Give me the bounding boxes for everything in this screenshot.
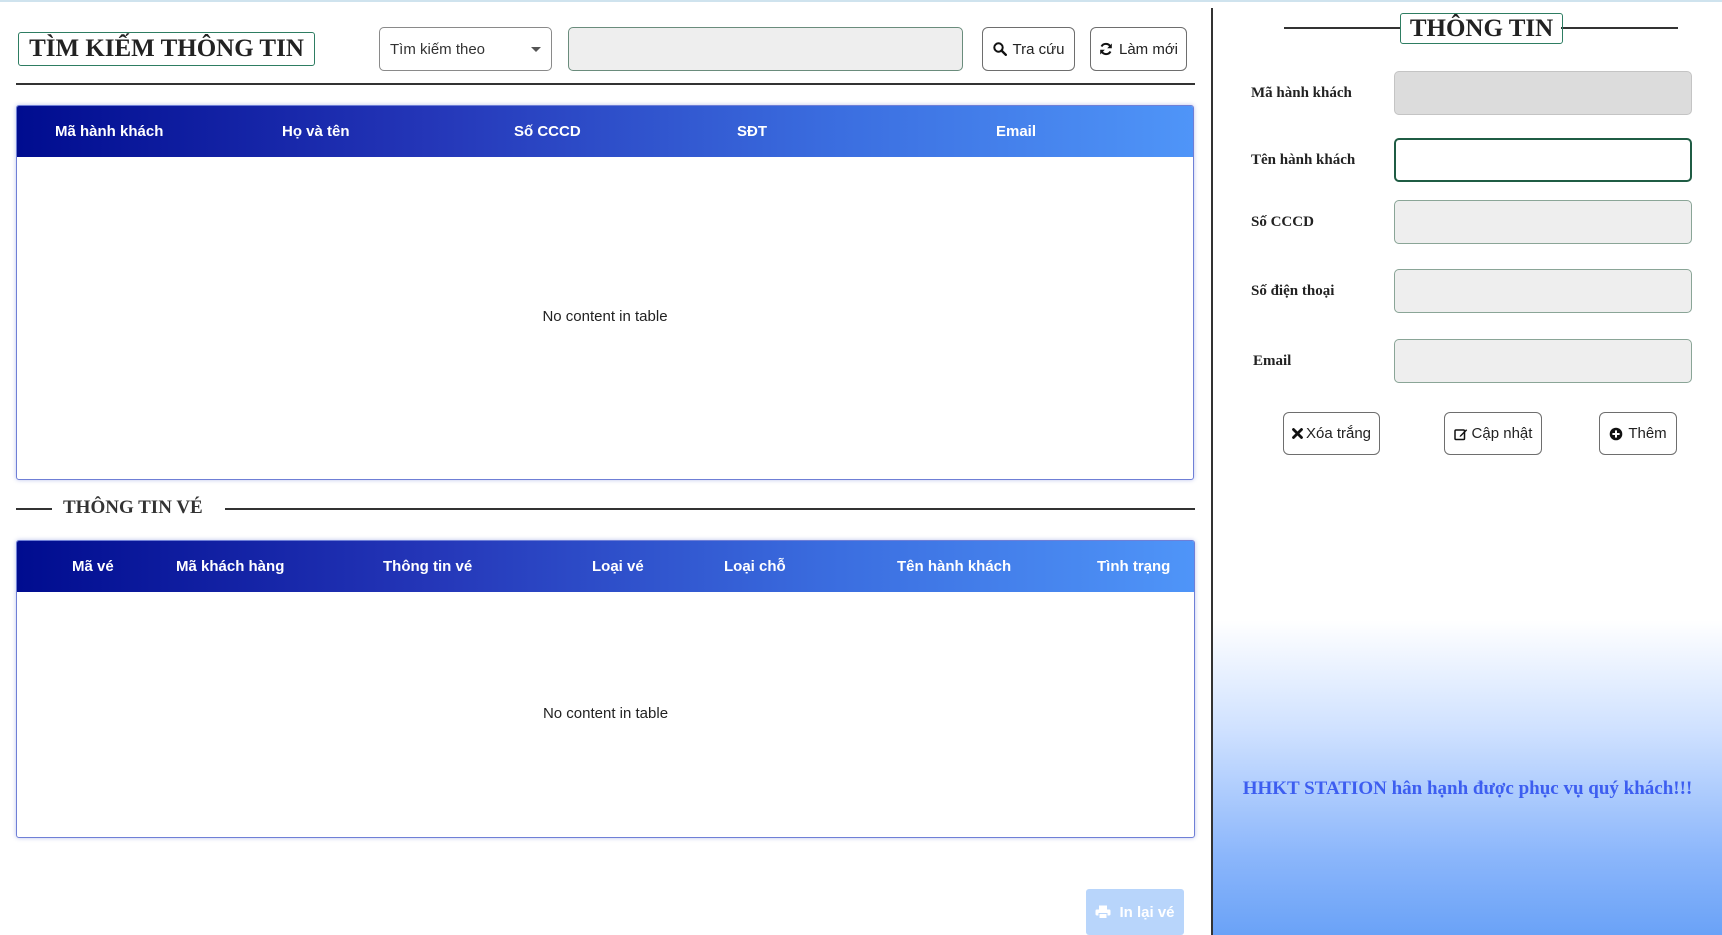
update-button[interactable]: Cập nhật [1444, 412, 1542, 455]
column-header-passenger-name[interactable]: Tên hành khách [897, 541, 1011, 592]
column-header-seat-type[interactable]: Loại chỗ [724, 541, 786, 592]
ticket-table-empty-message: No content in table [542, 705, 669, 722]
printer-icon [1095, 905, 1111, 919]
passenger-id-field [1394, 71, 1692, 115]
column-header-full-name[interactable]: Họ và tên [282, 106, 350, 157]
passenger-table-header: Mã hành khách Họ và tên Số CCCD SĐT Emai… [17, 106, 1193, 157]
column-header-id-card[interactable]: Số CCCD [514, 106, 581, 157]
welcome-slogan: HHKT STATION hân hạnh được phục vụ quý k… [1242, 778, 1693, 799]
info-panel-title: THÔNG TIN [1400, 13, 1563, 44]
plus-circle-icon [1610, 427, 1623, 440]
clear-label: Xóa trắng [1305, 425, 1372, 442]
id-card-label: Số CCCD [1251, 214, 1314, 230]
close-icon [1292, 428, 1303, 439]
ticket-section-heading: THÔNG TIN VÉ [16, 497, 1195, 521]
edit-icon [1453, 428, 1467, 440]
reprint-ticket-label: In lại vé [1119, 903, 1175, 921]
phone-field[interactable] [1394, 269, 1692, 313]
passenger-name-label: Tên hành khách [1251, 152, 1356, 168]
top-accent-line [0, 0, 1722, 2]
refresh-icon [1100, 42, 1112, 56]
column-header-ticket-type[interactable]: Loại vé [592, 541, 644, 592]
email-label: Email [1253, 353, 1292, 369]
lookup-label: Tra cứu [1012, 40, 1065, 58]
column-header-ticket-id[interactable]: Mã vé [72, 541, 114, 592]
phone-label: Số điện thoại [1251, 283, 1335, 299]
search-by-combobox[interactable]: Tìm kiếm theo [379, 27, 552, 71]
info-heading-line-right [1561, 27, 1678, 29]
lookup-button[interactable]: Tra cứu [982, 27, 1075, 71]
column-header-phone[interactable]: SĐT [737, 106, 767, 157]
search-by-label: Tìm kiếm theo [390, 40, 486, 58]
info-heading-line-left [1284, 27, 1401, 29]
header-divider [16, 83, 1195, 85]
clear-button[interactable]: Xóa trắng [1283, 412, 1380, 455]
column-header-customer-id[interactable]: Mã khách hàng [176, 541, 284, 592]
reprint-ticket-button[interactable]: In lại vé [1086, 889, 1184, 935]
column-header-ticket-info[interactable]: Thông tin vé [383, 541, 472, 592]
search-title: TÌM KIẾM THÔNG TIN [18, 32, 315, 66]
id-card-field[interactable] [1394, 200, 1692, 244]
column-header-email[interactable]: Email [996, 106, 1036, 157]
ticket-table[interactable]: Mã vé Mã khách hàng Thông tin vé Loại vé… [16, 540, 1195, 838]
ticket-heading-line-right [225, 508, 1195, 510]
passenger-table[interactable]: Mã hành khách Họ và tên Số CCCD SĐT Emai… [16, 105, 1194, 480]
refresh-button[interactable]: Làm mới [1090, 27, 1187, 71]
add-label: Thêm [1628, 425, 1667, 442]
refresh-label: Làm mới [1118, 40, 1178, 58]
update-label: Cập nhật [1471, 425, 1533, 442]
chevron-down-icon [531, 47, 541, 52]
column-header-passenger-id[interactable]: Mã hành khách [55, 106, 163, 157]
column-header-status[interactable]: Tình trạng [1097, 541, 1170, 592]
passenger-name-field[interactable] [1394, 138, 1692, 182]
ticket-section-title: THÔNG TIN VÉ [63, 497, 203, 518]
ticket-heading-line-left [16, 508, 52, 510]
email-field[interactable] [1394, 339, 1692, 383]
search-input[interactable] [568, 27, 963, 71]
passenger-table-empty-message: No content in table [542, 308, 668, 325]
add-button[interactable]: Thêm [1599, 412, 1677, 455]
search-icon [992, 42, 1007, 56]
ticket-table-header: Mã vé Mã khách hàng Thông tin vé Loại vé… [17, 541, 1194, 592]
passenger-id-label: Mã hành khách [1251, 85, 1352, 101]
